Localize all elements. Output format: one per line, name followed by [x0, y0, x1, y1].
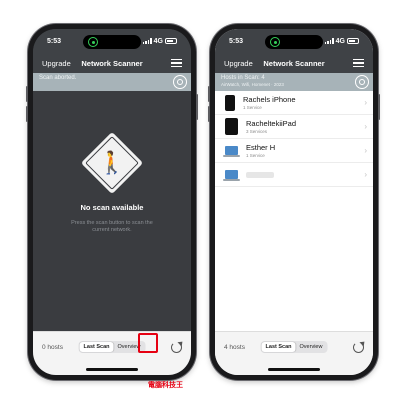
status-bar: 5:53 4G: [215, 29, 373, 53]
laptop-icon: [223, 146, 240, 157]
host-services: 3 Services: [246, 129, 268, 134]
host-count: 0 hosts: [42, 344, 63, 351]
empty-state-title: No scan available: [80, 203, 144, 212]
chevron-right-icon: ›: [364, 122, 367, 131]
chevron-right-icon: ›: [364, 170, 367, 179]
tab-last-scan[interactable]: Last Scan: [79, 342, 114, 352]
tab-overview[interactable]: Overview: [296, 342, 327, 352]
view-segmented-control: Last Scan Overview: [78, 341, 146, 353]
network-activity-icon: [270, 37, 280, 47]
host-row[interactable]: ›: [215, 163, 373, 187]
host-name: Rachels iPhone: [243, 95, 296, 104]
status-time: 5:53: [229, 37, 244, 45]
host-row[interactable]: Esther H 1 Service ›: [215, 139, 373, 163]
signal-icon: [142, 38, 152, 44]
watermark: 電腦科技王: [148, 382, 183, 389]
upgrade-button[interactable]: Upgrade: [42, 59, 71, 68]
refresh-scan-icon[interactable]: [353, 342, 364, 353]
volume-up-button: [208, 86, 210, 102]
left-phone: 5:53 4G Upgrade Network Scanner Scan abo…: [26, 24, 198, 380]
scan-networks: AirWatch, Wifi, Homenet · 2023: [221, 82, 284, 87]
chevron-right-icon: ›: [364, 146, 367, 155]
menu-icon[interactable]: [353, 59, 364, 67]
tablet-icon: [225, 118, 238, 135]
network-type: 4G: [335, 37, 345, 45]
chevron-right-icon: ›: [364, 98, 367, 107]
network-activity-icon: [88, 37, 98, 47]
dynamic-island: [265, 35, 323, 49]
host-row[interactable]: RacheltekiiPad 3 Services ›: [215, 115, 373, 139]
home-indicator: [268, 368, 320, 371]
left-screen: 5:53 4G Upgrade Network Scanner Scan abo…: [33, 29, 191, 375]
refresh-scan-icon[interactable]: [171, 342, 182, 353]
empty-state-hint: Press the scan button to scan the curren…: [71, 220, 153, 234]
battery-icon: [347, 38, 359, 44]
scan-status-bar: Scan aborted.: [33, 73, 191, 91]
network-type: 4G: [153, 37, 163, 45]
view-segmented-control: Last Scan Overview: [260, 341, 328, 353]
pedestrian-warning-icon: 🚶: [80, 131, 144, 195]
dynamic-island: [83, 35, 141, 49]
walking-person-icon: 🚶: [98, 150, 126, 175]
host-services: 1 Service: [246, 153, 265, 158]
host-list: Rachels iPhone 1 Service › RacheltekiiPa…: [215, 91, 373, 187]
host-name: Esther H: [246, 143, 276, 152]
host-count: 4 hosts: [224, 344, 245, 351]
volume-up-button: [26, 86, 28, 102]
status-indicators: 4G: [324, 37, 359, 45]
upgrade-button[interactable]: Upgrade: [224, 59, 253, 68]
menu-icon[interactable]: [171, 59, 182, 67]
power-button: [196, 94, 198, 120]
signal-icon: [324, 38, 334, 44]
refresh-highlight-box: [138, 333, 158, 353]
empty-state: 🚶 No scan available Press the scan butto…: [33, 91, 191, 331]
power-button: [378, 94, 380, 120]
nav-bar: Upgrade Network Scanner: [215, 53, 373, 73]
scan-summary-bar: Hosts in Scan: 4 AirWatch, Wifi, Homenet…: [215, 73, 373, 91]
scan-status-text: Scan aborted.: [39, 75, 77, 81]
host-services: 1 Service: [243, 105, 262, 110]
status-indicators: 4G: [142, 37, 177, 45]
nav-bar: Upgrade Network Scanner: [33, 53, 191, 73]
hosts-in-scan: Hosts in Scan: 4: [221, 75, 265, 81]
status-time: 5:53: [47, 37, 62, 45]
phone-icon: [225, 94, 235, 111]
blurred-host-name: [246, 171, 274, 178]
volume-down-button: [26, 106, 28, 122]
laptop-icon: [223, 170, 240, 181]
scan-target-icon[interactable]: [173, 75, 187, 89]
home-indicator: [86, 368, 138, 371]
right-screen: 5:53 4G Upgrade Network Scanner Hosts in…: [215, 29, 373, 375]
host-name: RacheltekiiPad: [246, 119, 297, 128]
host-row[interactable]: Rachels iPhone 1 Service ›: [215, 91, 373, 115]
right-phone: 5:53 4G Upgrade Network Scanner Hosts in…: [208, 24, 380, 380]
scan-target-icon[interactable]: [355, 75, 369, 89]
status-bar: 5:53 4G: [33, 29, 191, 53]
tab-last-scan[interactable]: Last Scan: [261, 342, 296, 352]
battery-icon: [165, 38, 177, 44]
volume-down-button: [208, 106, 210, 122]
